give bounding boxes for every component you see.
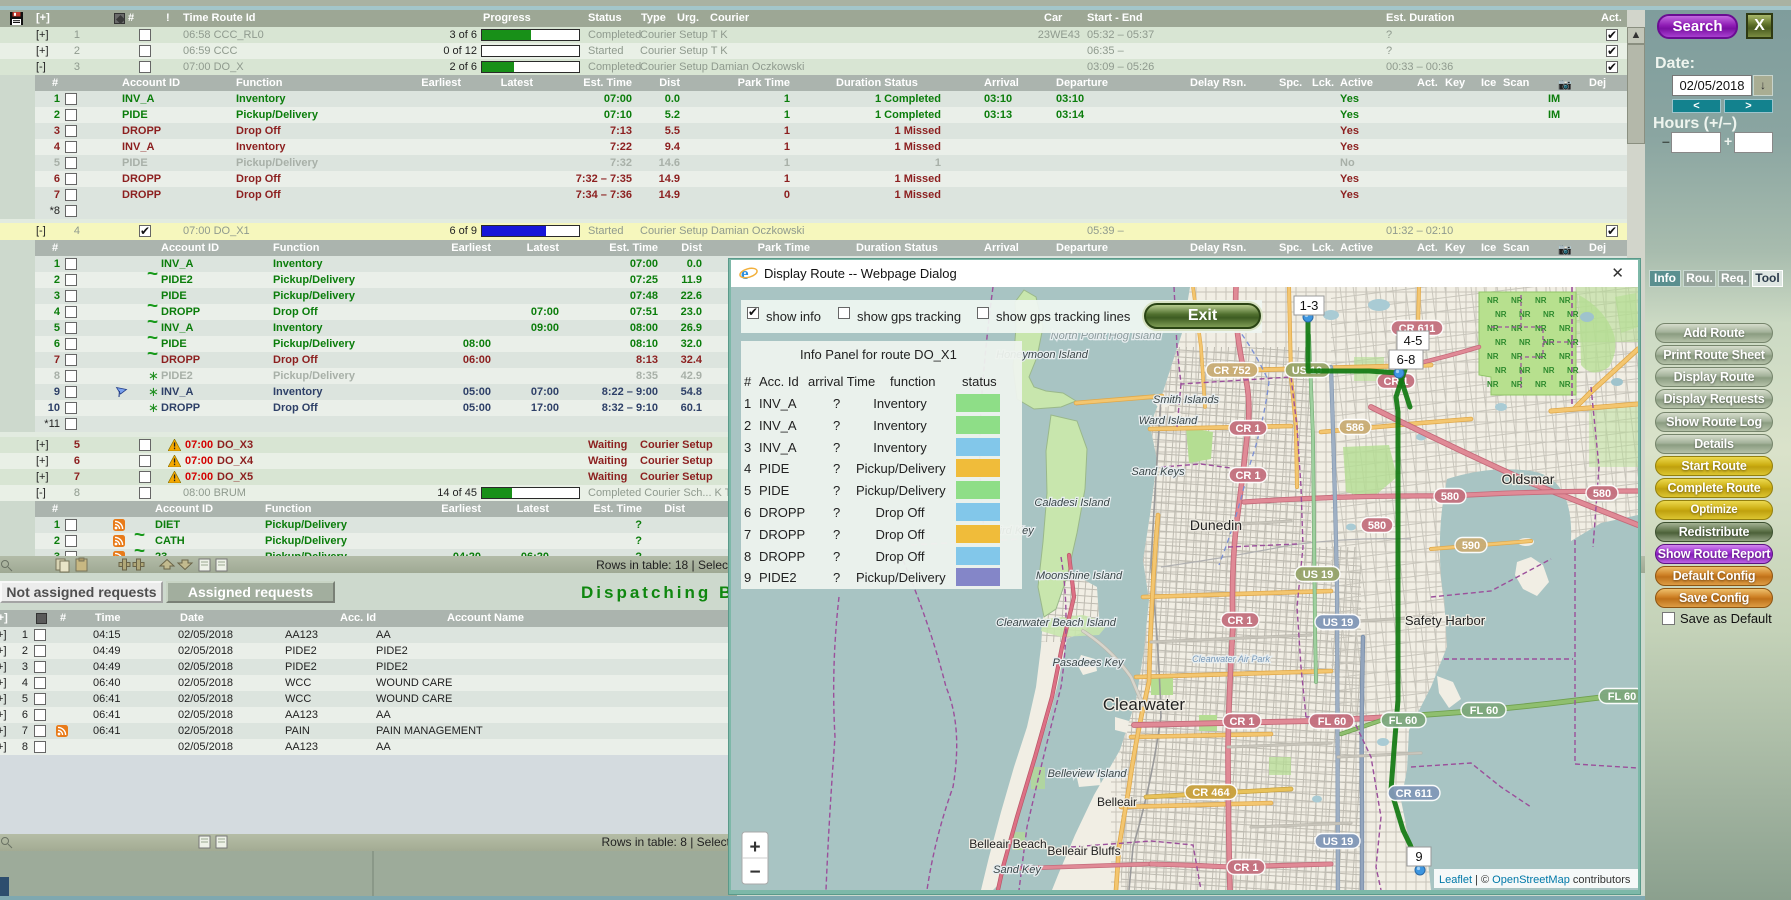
svg-text:Sand Keys: Sand Keys bbox=[1131, 466, 1185, 478]
svg-text:CR 464: CR 464 bbox=[1192, 787, 1230, 799]
svg-text:Pasadees Key: Pasadees Key bbox=[1053, 657, 1125, 669]
svg-text:NR: NR bbox=[1487, 352, 1499, 361]
svg-text:Clearwater Beach Island: Clearwater Beach Island bbox=[996, 617, 1117, 629]
svg-text:Dunedin: Dunedin bbox=[1190, 517, 1242, 533]
svg-text:FL 60: FL 60 bbox=[1608, 691, 1637, 703]
svg-text:NR: NR bbox=[1559, 352, 1571, 361]
svg-text:NR: NR bbox=[1567, 310, 1579, 319]
svg-text:6-8: 6-8 bbox=[1397, 352, 1416, 367]
svg-text:US 19: US 19 bbox=[1303, 569, 1334, 581]
svg-text:NR: NR bbox=[1495, 338, 1507, 347]
svg-text:580: 580 bbox=[1368, 520, 1386, 532]
svg-text:Caladesi Island: Caladesi Island bbox=[1034, 497, 1110, 509]
svg-text:Belleair: Belleair bbox=[1097, 795, 1137, 809]
svg-text:FL 60: FL 60 bbox=[1389, 715, 1418, 727]
svg-text:Belleview Island: Belleview Island bbox=[1048, 768, 1128, 780]
svg-text:NR: NR bbox=[1495, 310, 1507, 319]
svg-text:NR: NR bbox=[1559, 324, 1571, 333]
svg-text:CR 752: CR 752 bbox=[1213, 365, 1250, 377]
svg-text:NR: NR bbox=[1543, 310, 1555, 319]
svg-text:CR 611: CR 611 bbox=[1396, 788, 1433, 800]
svg-text:Ward Island: Ward Island bbox=[1139, 415, 1198, 427]
svg-text:US 19: US 19 bbox=[1323, 617, 1354, 629]
svg-text:CR 1: CR 1 bbox=[1233, 862, 1258, 874]
svg-text:NR: NR bbox=[1543, 366, 1555, 375]
svg-text:NR: NR bbox=[1559, 380, 1571, 389]
svg-text:9: 9 bbox=[1415, 849, 1422, 864]
svg-text:NR: NR bbox=[1535, 296, 1547, 305]
svg-text:586: 586 bbox=[1346, 422, 1364, 434]
svg-text:Belleair Beach: Belleair Beach bbox=[969, 837, 1046, 851]
svg-text:1-3: 1-3 bbox=[1300, 298, 1319, 313]
svg-text:e: e bbox=[741, 264, 749, 283]
svg-text:NR: NR bbox=[1487, 380, 1499, 389]
svg-text:+: + bbox=[749, 837, 760, 858]
svg-text:Leaflet | © OpenStreetMap cont: Leaflet | © OpenStreetMap contributors bbox=[1439, 874, 1631, 886]
svg-text:NR: NR bbox=[1535, 324, 1547, 333]
svg-text:Sand Key: Sand Key bbox=[993, 864, 1042, 876]
svg-text:4-5: 4-5 bbox=[1404, 333, 1423, 348]
svg-text:CR 1: CR 1 bbox=[1235, 470, 1260, 482]
svg-text:−: − bbox=[749, 862, 760, 883]
svg-text:CR 1: CR 1 bbox=[1229, 716, 1254, 728]
svg-text:Belleair Bluffs: Belleair Bluffs bbox=[1047, 844, 1120, 858]
svg-text:590: 590 bbox=[1462, 540, 1480, 552]
svg-text:Smith Islands: Smith Islands bbox=[1153, 394, 1220, 406]
svg-text:NR: NR bbox=[1487, 296, 1499, 305]
svg-text:CR 1: CR 1 bbox=[1227, 615, 1252, 627]
svg-text:US 19: US 19 bbox=[1323, 836, 1354, 848]
svg-text:FL 60: FL 60 bbox=[1470, 705, 1499, 717]
svg-text:580: 580 bbox=[1593, 488, 1611, 500]
svg-text:Clearwater Air Park: Clearwater Air Park bbox=[1192, 654, 1270, 664]
svg-text:Safety Harbor: Safety Harbor bbox=[1405, 613, 1486, 628]
svg-text:CR 1: CR 1 bbox=[1235, 423, 1260, 435]
svg-text:NR: NR bbox=[1567, 366, 1579, 375]
svg-text:FL 60: FL 60 bbox=[1318, 716, 1347, 728]
svg-text:NR: NR bbox=[1559, 296, 1571, 305]
svg-text:Oldsmar: Oldsmar bbox=[1502, 471, 1555, 487]
svg-text:580: 580 bbox=[1441, 491, 1459, 503]
svg-text:Clearwater: Clearwater bbox=[1103, 695, 1186, 714]
svg-text:NR: NR bbox=[1519, 338, 1531, 347]
svg-text:NR: NR bbox=[1535, 380, 1547, 389]
svg-text:Moonshine Island: Moonshine Island bbox=[1036, 570, 1123, 582]
svg-text:NR: NR bbox=[1495, 366, 1507, 375]
svg-text:NR: NR bbox=[1487, 324, 1499, 333]
